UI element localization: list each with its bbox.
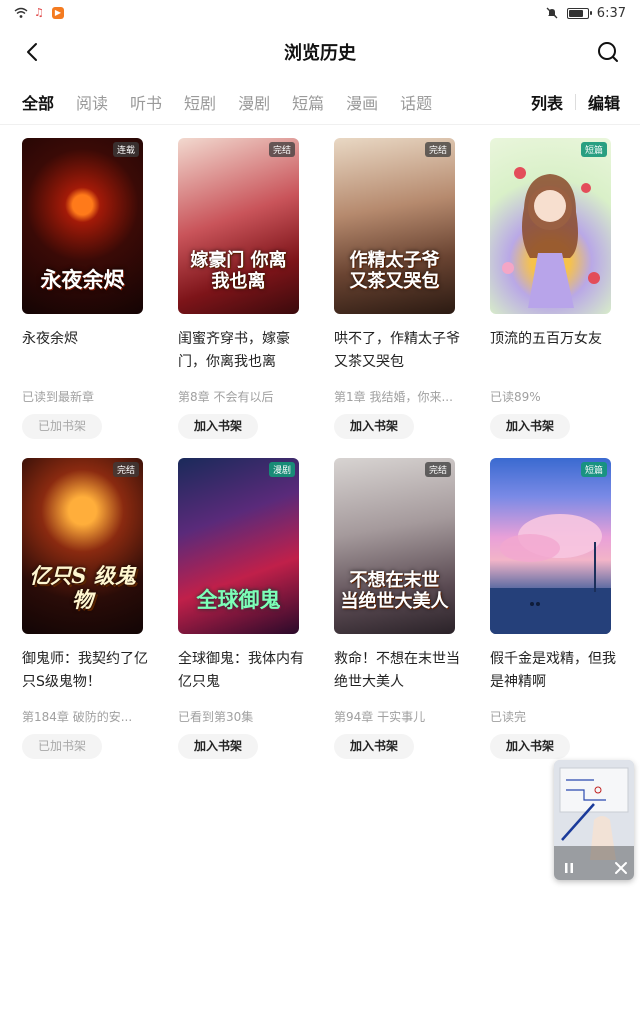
status-bar: ♫ ▶ 6:37 bbox=[0, 0, 640, 26]
edit-button[interactable]: 编辑 bbox=[588, 90, 620, 114]
status-badge: 连载 bbox=[112, 142, 139, 157]
battery-fill bbox=[568, 9, 583, 17]
tabs-divider bbox=[0, 124, 640, 125]
cover-title-art: 全球御鬼 bbox=[196, 587, 281, 612]
reading-progress: 第8章 不会有以后 bbox=[178, 390, 274, 404]
book-cover[interactable]: 完结 不想在末世 当绝世大美人 bbox=[334, 458, 455, 634]
tab-comic-drama[interactable]: 漫剧 bbox=[238, 90, 270, 114]
book-title[interactable]: 全球御鬼：我体内有亿只鬼 bbox=[178, 648, 308, 694]
book-title[interactable]: 救命！不想在末世当绝世大美人 bbox=[334, 648, 464, 694]
status-time: 6:37 bbox=[596, 5, 626, 21]
bookshelf-button[interactable]: 已加书架 bbox=[22, 414, 102, 439]
music-app-icon: ♫ bbox=[34, 6, 44, 19]
page-title: 浏览历史 bbox=[284, 43, 356, 64]
search-button[interactable] bbox=[594, 38, 622, 66]
book-card: 连载 永夜余烬 永夜余烬 已读到最新章 已加书架 bbox=[22, 138, 162, 458]
book-title[interactable]: 假千金是戏精，但我是神精啊 bbox=[490, 648, 620, 694]
cover-title-art: 作精太子爷 又茶又哭包 bbox=[349, 250, 440, 292]
reading-progress: 已读完 bbox=[490, 710, 527, 724]
book-card: 短篇 顶流的五百万女友 已读89% 加入书架 bbox=[490, 138, 630, 458]
cover-illustration bbox=[490, 514, 611, 634]
reading-progress: 已读89% bbox=[490, 390, 541, 404]
bookshelf-button[interactable]: 加入书架 bbox=[178, 414, 258, 439]
book-card: 完结 作精太子爷 又茶又哭包 哄不了，作精太子爷又茶又哭包 第1章 我结婚，你来… bbox=[334, 138, 474, 458]
status-left: ♫ ▶ bbox=[14, 7, 64, 19]
reading-progress: 第94章 干实事儿 bbox=[334, 710, 426, 724]
book-title[interactable]: 闺蜜齐穿书，嫁豪门，你离我也离 bbox=[178, 328, 308, 374]
bookshelf-button[interactable]: 加入书架 bbox=[334, 734, 414, 759]
view-actions: 列表 编辑 bbox=[531, 84, 620, 120]
wifi-icon bbox=[14, 7, 28, 19]
cover-title-art: 亿只S 级鬼物 bbox=[29, 563, 136, 612]
header: 浏览历史 bbox=[0, 30, 640, 74]
cover-title-art: 嫁豪门 你离我也离 bbox=[190, 250, 287, 292]
book-title[interactable]: 永夜余烬 bbox=[22, 328, 152, 374]
book-card: 短篇 假千金是戏精，但我是神精啊 已读完 加入书架 bbox=[490, 458, 630, 768]
tab-audiobook[interactable]: 听书 bbox=[130, 90, 162, 114]
book-cover[interactable]: 连载 永夜余烬 bbox=[22, 138, 143, 314]
book-card: 完结 不想在末世 当绝世大美人 救命！不想在末世当绝世大美人 第94章 干实事儿… bbox=[334, 458, 474, 768]
status-badge: 完结 bbox=[112, 462, 139, 477]
book-title[interactable]: 哄不了，作精太子爷又茶又哭包 bbox=[334, 328, 464, 374]
bookshelf-button[interactable]: 加入书架 bbox=[490, 734, 570, 759]
bookshelf-button[interactable]: 加入书架 bbox=[334, 414, 414, 439]
chevron-left-icon bbox=[27, 43, 37, 61]
tab-short-drama[interactable]: 短剧 bbox=[184, 90, 216, 114]
bookshelf-button[interactable]: 加入书架 bbox=[490, 414, 570, 439]
cover-title-art: 永夜余烬 bbox=[40, 267, 125, 292]
status-badge: 完结 bbox=[268, 142, 295, 157]
list-view-button[interactable]: 列表 bbox=[531, 90, 563, 114]
book-cover[interactable]: 完结 亿只S 级鬼物 bbox=[22, 458, 143, 634]
cover-title-art: 不想在末世 当绝世大美人 bbox=[340, 570, 449, 612]
book-title[interactable]: 顶流的五百万女友 bbox=[490, 328, 620, 374]
book-card: 完结 亿只S 级鬼物 御鬼师：我契约了亿只S级鬼物！ 第184章 破防的安...… bbox=[22, 458, 162, 768]
book-cover[interactable]: 完结 嫁豪门 你离我也离 bbox=[178, 138, 299, 314]
pause-icon[interactable] bbox=[562, 860, 576, 874]
status-badge: 完结 bbox=[424, 142, 451, 157]
book-card: 完结 嫁豪门 你离我也离 闺蜜齐穿书，嫁豪门，你离我也离 第8章 不会有以后 加… bbox=[178, 138, 318, 458]
reading-progress: 已读到最新章 bbox=[22, 390, 95, 404]
book-cover[interactable]: 短篇 bbox=[490, 138, 611, 314]
book-cover[interactable]: 漫剧 全球御鬼 bbox=[178, 458, 299, 634]
book-card: 漫剧 全球御鬼 全球御鬼：我体内有亿只鬼 已看到第30集 加入书架 bbox=[178, 458, 318, 768]
filter-tabs: 全部 阅读 听书 短剧 漫剧 短篇 漫画 话题 列表 编辑 bbox=[0, 84, 640, 120]
video-app-icon: ▶ bbox=[52, 7, 64, 19]
status-badge: 完结 bbox=[424, 462, 451, 477]
book-cover[interactable]: 完结 作精太子爷 又茶又哭包 bbox=[334, 138, 455, 314]
reading-progress: 第1章 我结婚，你来... bbox=[334, 390, 453, 404]
reading-progress: 已看到第30集 bbox=[178, 710, 254, 724]
status-badge: 漫剧 bbox=[268, 462, 295, 477]
tab-reading[interactable]: 阅读 bbox=[76, 90, 108, 114]
action-divider bbox=[574, 94, 576, 110]
floating-video-player[interactable] bbox=[554, 760, 634, 880]
tab-short-story[interactable]: 短篇 bbox=[292, 90, 324, 114]
battery-icon bbox=[566, 7, 592, 19]
bookshelf-button[interactable]: 已加书架 bbox=[22, 734, 102, 759]
tab-all[interactable]: 全部 bbox=[22, 90, 54, 114]
tab-comic[interactable]: 漫画 bbox=[346, 90, 378, 114]
status-right: 6:37 bbox=[545, 6, 626, 21]
tab-topic[interactable]: 话题 bbox=[400, 90, 432, 114]
history-grid: 连载 永夜余烬 永夜余烬 已读到最新章 已加书架 完结 嫁豪门 你离我也离 闺蜜… bbox=[0, 138, 640, 768]
mute-icon bbox=[545, 7, 559, 19]
close-icon[interactable] bbox=[614, 860, 628, 874]
book-title[interactable]: 御鬼师：我契约了亿只S级鬼物！ bbox=[22, 648, 152, 694]
back-button[interactable] bbox=[18, 38, 46, 66]
book-cover[interactable]: 短篇 bbox=[490, 458, 611, 634]
bookshelf-button[interactable]: 加入书架 bbox=[178, 734, 258, 759]
reading-progress: 第184章 破防的安... bbox=[22, 710, 133, 724]
cover-illustration bbox=[502, 167, 600, 308]
search-icon bbox=[598, 42, 618, 62]
